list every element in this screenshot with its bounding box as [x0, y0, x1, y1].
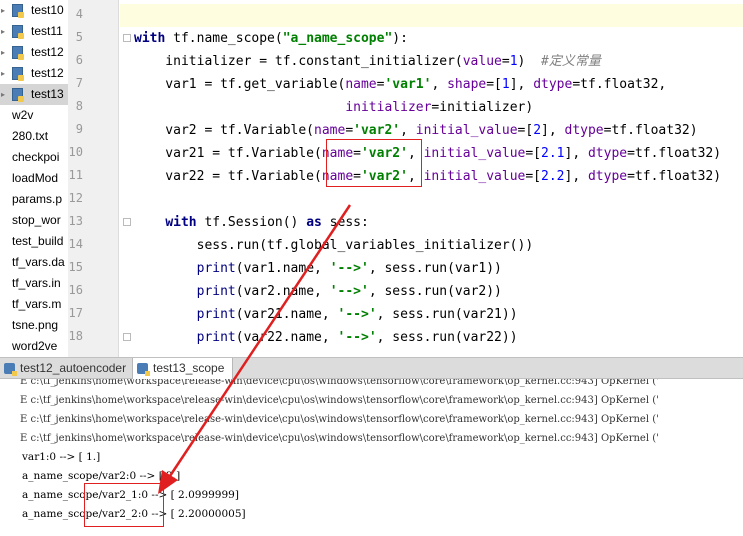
- line-number: 6: [75, 53, 83, 67]
- code-line[interactable]: sess.run(tf.global_variables_initializer…: [134, 234, 534, 257]
- line-number: 7: [75, 76, 83, 90]
- file-item[interactable]: 280.txt: [0, 126, 68, 147]
- line-number: 11: [68, 168, 83, 182]
- tab-test13-scope[interactable]: test13_scope: [132, 358, 234, 379]
- console-error-line: E c:\tf_jenkins\home\workspace\release-w…: [20, 379, 659, 387]
- file-item[interactable]: tf_vars.m: [0, 294, 68, 315]
- file-item[interactable]: tsne.png: [0, 315, 68, 336]
- expand-arrow-icon[interactable]: ▸: [1, 0, 5, 21]
- expand-arrow-icon[interactable]: ▸: [1, 63, 5, 84]
- code-line[interactable]: print(var2.name, '-->', sess.run(var2)): [134, 280, 502, 303]
- code-line[interactable]: print(var1.name, '-->', sess.run(var1)): [134, 257, 502, 280]
- file-item[interactable]: tf_vars.in: [0, 273, 68, 294]
- line-number: 13: [68, 214, 83, 228]
- line-number: 8: [75, 99, 83, 113]
- file-item[interactable]: ▸ test12: [0, 42, 68, 63]
- line-number: 12: [68, 191, 83, 205]
- file-item[interactable]: word2ve: [0, 336, 68, 357]
- python-file-icon: [12, 67, 24, 81]
- file-item-selected[interactable]: ▸ test13: [0, 84, 68, 105]
- expand-arrow-icon[interactable]: ▸: [1, 21, 5, 42]
- line-number: 4: [75, 7, 83, 21]
- line-number: 10: [68, 145, 83, 159]
- code-line[interactable]: with tf.Session() as sess:: [134, 211, 369, 234]
- run-tab-bar: test12_autoencoder test13_scope: [0, 357, 743, 379]
- code-line[interactable]: var22 = tf.Variable(name='var2', initial…: [134, 165, 721, 188]
- console-error-line: E c:\tf_jenkins\home\workspace\release-w…: [20, 414, 659, 425]
- file-item[interactable]: tf_vars.da: [0, 252, 68, 273]
- code-editor[interactable]: with tf.name_scope("a_name_scope"): init…: [120, 0, 743, 357]
- line-number: 18: [68, 329, 83, 343]
- console-result-line: var1:0 --> [ 1.]: [22, 451, 101, 463]
- python-file-icon: [12, 46, 24, 60]
- console-error-line: E c:\tf_jenkins\home\workspace\release-w…: [20, 433, 659, 444]
- python-file-icon: [12, 25, 24, 39]
- code-line[interactable]: initializer=initializer): [134, 96, 533, 119]
- file-item[interactable]: ▸ test10: [0, 0, 68, 21]
- file-item[interactable]: ▸ test11: [0, 21, 68, 42]
- project-file-tree[interactable]: ▸ test10 ▸ test11 ▸ test12 ▸ test12 ▸ test13 …: [0, 0, 69, 357]
- line-number: 16: [68, 283, 83, 297]
- code-line[interactable]: initializer = tf.constant_initializer(va…: [134, 50, 601, 73]
- line-number: 15: [68, 260, 83, 274]
- ide-top-pane: ▸ test10 ▸ test11 ▸ test12 ▸ test12 ▸ test13 …: [0, 0, 743, 357]
- file-item[interactable]: test_build: [0, 231, 68, 252]
- line-number: 17: [68, 306, 83, 320]
- code-line[interactable]: with tf.name_scope("a_name_scope"):: [134, 27, 408, 50]
- file-item[interactable]: params.p: [0, 189, 68, 210]
- python-file-icon: [12, 88, 24, 102]
- expand-arrow-icon[interactable]: ▸: [1, 42, 5, 63]
- file-item[interactable]: loadMod: [0, 168, 68, 189]
- file-item[interactable]: w2v: [0, 105, 68, 126]
- tab-test12-autoencoder[interactable]: test12_autoencoder: [0, 358, 134, 379]
- code-line-current[interactable]: [120, 4, 743, 27]
- annotation-highlight-box: [84, 483, 164, 527]
- console-error-line: E c:\tf_jenkins\home\workspace\release-w…: [20, 395, 659, 406]
- file-item[interactable]: stop_wor: [0, 210, 68, 231]
- line-number-gutter: 4 5 6 7 8 9 10 11 12 13 14 15 16 17 18: [68, 0, 131, 357]
- line-number: 9: [75, 122, 83, 136]
- python-file-icon: [12, 4, 24, 18]
- expand-arrow-icon[interactable]: ▸: [1, 84, 5, 105]
- python-file-icon: [137, 363, 150, 376]
- file-item[interactable]: ▸ test12: [0, 63, 68, 84]
- python-file-icon: [4, 363, 17, 376]
- file-item[interactable]: checkpoi: [0, 147, 68, 168]
- code-line[interactable]: var21 = tf.Variable(name='var2', initial…: [134, 142, 721, 165]
- annotation-highlight-box: [326, 139, 422, 187]
- line-number: 14: [68, 237, 83, 251]
- line-number: 5: [75, 30, 83, 44]
- code-line[interactable]: print(var21.name, '-->', sess.run(var21)…: [134, 303, 518, 326]
- code-line[interactable]: print(var22.name, '-->', sess.run(var22)…: [134, 326, 518, 349]
- code-line[interactable]: var1 = tf.get_variable(name='var1', shap…: [134, 73, 666, 96]
